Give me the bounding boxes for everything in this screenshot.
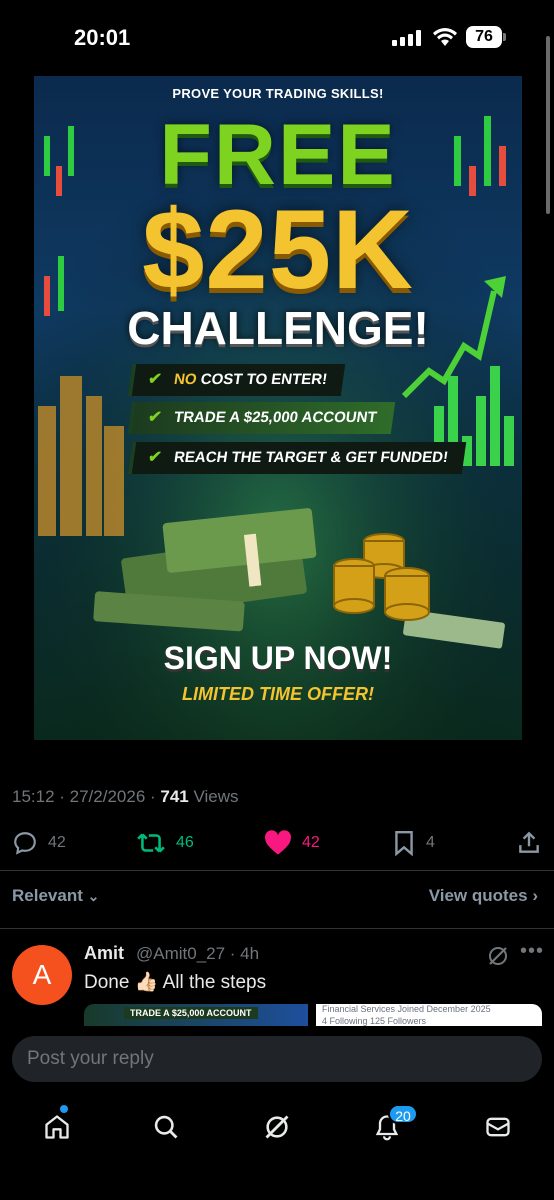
view-quotes-link[interactable]: View quotes › (429, 886, 538, 906)
status-time: 20:01 (74, 25, 131, 50)
poster-headline-amount: $25K (142, 187, 414, 312)
bookmark-button[interactable]: 4 (392, 826, 435, 860)
heart-icon (265, 830, 291, 855)
battery-tip (503, 33, 506, 41)
tab-messages[interactable] (481, 1110, 515, 1144)
divider (0, 928, 554, 929)
reply-input[interactable] (27, 1036, 527, 1082)
checkmark-icon: ✔ (146, 371, 163, 388)
post-image[interactable]: PROVE YOUR TRADING SKILLS! FREE $25K CHA… (34, 76, 522, 740)
repost-button[interactable]: 46 (136, 826, 194, 860)
replies-sort-dropdown[interactable]: Relevant ⌄ (12, 886, 99, 906)
scrollbar-thumb[interactable] (546, 36, 550, 214)
reply-author-name[interactable]: Amit (84, 943, 124, 964)
grok-icon[interactable] (486, 944, 510, 968)
grok-icon (265, 1115, 289, 1139)
like-button[interactable]: 42 (264, 826, 320, 860)
poster-bullet: ✔ REACH THE TARGET & GET FUNDED! (127, 442, 467, 474)
attachment-caption: TRADE A $25,000 ACCOUNT (124, 1007, 258, 1019)
views-label: Views (188, 787, 239, 806)
messages-icon (486, 1117, 510, 1137)
battery-level: 76 (466, 26, 502, 48)
wifi-icon (433, 28, 457, 46)
checkmark-icon: ✔ (146, 449, 163, 466)
reply-text: Done 👍🏻 All the steps (84, 972, 267, 993)
reply-count: 42 (48, 834, 66, 851)
reply-button[interactable]: 42 (12, 826, 66, 860)
repost-icon (137, 833, 165, 853)
like-count: 42 (302, 834, 320, 851)
reply-attachment-image[interactable]: TRADE A $25,000 ACCOUNT (84, 1004, 308, 1026)
poster-cta: SIGN UP NOW! (163, 640, 393, 676)
chevron-down-icon: ⌄ (87, 888, 100, 904)
tab-home[interactable] (40, 1110, 74, 1144)
search-icon (154, 1115, 178, 1139)
poster-bullet: ✔ TRADE A $25,000 ACCOUNT (127, 402, 395, 434)
reply-attachment-image[interactable]: Financial Services Joined December 2025 … (316, 1004, 542, 1026)
post-timestamp-views: 15:12 · 27/2/2026 · 741 Views (12, 787, 239, 807)
poster-tagline: PROVE YOUR TRADING SKILLS! (172, 86, 384, 101)
notifications-badge: 20 (388, 1104, 418, 1124)
status-bar: 20:01 76 (0, 0, 554, 72)
bookmark-count: 4 (426, 834, 435, 851)
poster-bullet: ✔ NO COST TO ENTER! (127, 364, 346, 396)
post-actions: 42 46 42 4 (0, 826, 554, 860)
reply-icon (14, 832, 36, 855)
home-unread-dot (60, 1105, 68, 1113)
home-icon (45, 1115, 69, 1139)
tab-search[interactable] (149, 1110, 183, 1144)
poster-headline-challenge: CHALLENGE! (127, 302, 429, 354)
views-count: 741 (160, 787, 189, 806)
avatar[interactable]: A (12, 945, 72, 1005)
repost-count: 46 (176, 834, 194, 851)
divider (0, 870, 554, 871)
post-timestamp: 15:12 · 27/2/2026 · (12, 787, 161, 806)
checkmark-icon: ✔ (146, 409, 163, 426)
tab-grok[interactable] (260, 1110, 294, 1144)
chevron-right-icon: › (532, 886, 538, 905)
reply-composer[interactable] (12, 1036, 542, 1082)
bookmark-icon (395, 830, 413, 856)
reply-author-handle-time: @Amit0_27 · 4h (136, 944, 260, 963)
cellular-signal-icon (392, 30, 421, 46)
poster-subcta: LIMITED TIME OFFER! (182, 684, 374, 704)
share-button[interactable] (516, 826, 552, 860)
share-icon (519, 831, 539, 853)
more-options-icon[interactable]: ••• (520, 940, 544, 963)
